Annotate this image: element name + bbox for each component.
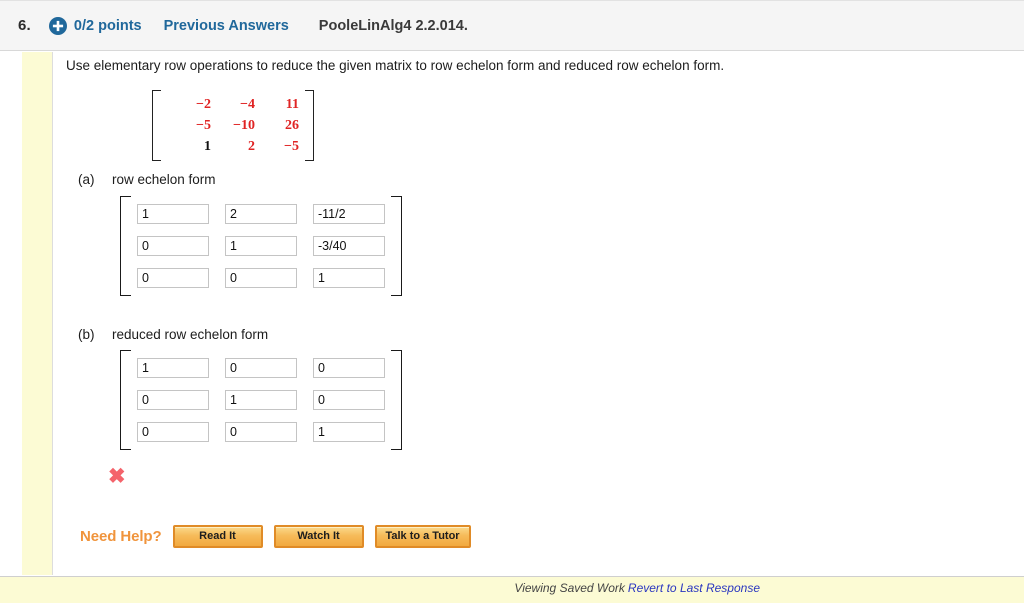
answer-input-a-r3c3[interactable] [313, 268, 385, 288]
given-matrix: −2 −4 11 −5 −10 26 1 2 −5 [152, 90, 314, 161]
part-a-label: (a) row echelon form [78, 172, 216, 187]
answer-input-a-r3c1[interactable] [137, 268, 209, 288]
answer-input-a-r2c2[interactable] [225, 236, 297, 256]
question-number: 6. [18, 17, 31, 34]
part-a-tag: (a) [78, 172, 95, 187]
matrix-bracket-left [152, 90, 161, 161]
saved-work-left-strip [22, 52, 52, 575]
need-help-label: Need Help? [80, 528, 162, 546]
matrix-cell: 11 [285, 96, 299, 112]
talk-to-tutor-button[interactable]: Talk to a Tutor [374, 525, 471, 549]
points-earned: 0/2 points [73, 17, 142, 34]
watch-it-button[interactable]: Watch It [273, 525, 364, 549]
question-prompt: Use elementary row operations to reduce … [66, 58, 725, 73]
answer-input-b-r2c1[interactable] [137, 390, 209, 410]
footer-status: Viewing Saved Work Revert to Last Respons… [514, 581, 760, 595]
part-b-label: (b) reduced row echelon form [78, 327, 268, 342]
saved-work-footer-band [0, 576, 1024, 603]
incorrect-x-icon: ✖ [108, 465, 126, 488]
matrix-cell: 2 [248, 138, 255, 154]
textbook-reference: PooleLinAlg4 2.2.014. [318, 17, 468, 34]
answer-input-b-r3c1[interactable] [137, 422, 209, 442]
answer-bracket-right [391, 196, 402, 296]
answer-input-b-r2c2[interactable] [225, 390, 297, 410]
viewing-saved-work-text: Viewing Saved Work [514, 581, 625, 595]
answer-input-a-r2c1[interactable] [137, 236, 209, 256]
matrix-cell: −10 [233, 117, 255, 133]
answer-input-a-r3c2[interactable] [225, 268, 297, 288]
answer-row [137, 390, 385, 410]
matrix-row: 1 2 −5 [167, 136, 299, 157]
matrix-row: −5 −10 26 [167, 115, 299, 136]
matrix-cell: −5 [196, 117, 211, 133]
answer-row [137, 358, 385, 378]
answer-bracket-left [120, 196, 131, 296]
need-help-row: Need Help? Read It Watch It Talk to a Tu… [80, 525, 471, 549]
matrix-cell: 1 [204, 138, 211, 154]
answer-bracket-right [391, 350, 402, 450]
answer-input-b-r1c2[interactable] [225, 358, 297, 378]
part-b-tag: (b) [78, 327, 95, 342]
answer-input-b-r3c3[interactable] [313, 422, 385, 442]
revert-to-last-response-link[interactable]: Revert to Last Response [628, 581, 760, 595]
answer-row [137, 236, 385, 256]
read-it-button[interactable]: Read It [172, 525, 263, 549]
question-header: 6. 0/2 points Previous Answers PooleLinA… [0, 0, 1024, 51]
answer-row [137, 422, 385, 442]
matrix-cell: −2 [196, 96, 211, 112]
part-b-text: reduced row echelon form [112, 327, 269, 342]
answer-input-b-r3c2[interactable] [225, 422, 297, 442]
previous-answers-link[interactable]: Previous Answers [164, 18, 289, 34]
answer-input-a-r1c3[interactable] [313, 204, 385, 224]
answer-input-a-r1c2[interactable] [225, 204, 297, 224]
answer-input-b-r2c3[interactable] [313, 390, 385, 410]
answer-input-a-r1c1[interactable] [137, 204, 209, 224]
matrix-cell: 26 [285, 117, 299, 133]
part-a-text: row echelon form [112, 172, 216, 187]
matrix-row: −2 −4 11 [167, 94, 299, 115]
part-a-answer-grid [120, 196, 402, 296]
answer-input-b-r1c1[interactable] [137, 358, 209, 378]
matrix-bracket-right [305, 90, 314, 161]
part-b-answer-grid [120, 350, 402, 450]
matrix-cell: −4 [240, 96, 255, 112]
answer-row [137, 268, 385, 288]
answer-input-b-r1c3[interactable] [313, 358, 385, 378]
plus-circle-icon[interactable] [48, 16, 67, 35]
answer-bracket-left [120, 350, 131, 450]
answer-input-a-r2c3[interactable] [313, 236, 385, 256]
matrix-cell: −5 [284, 138, 299, 154]
answer-row [137, 204, 385, 224]
